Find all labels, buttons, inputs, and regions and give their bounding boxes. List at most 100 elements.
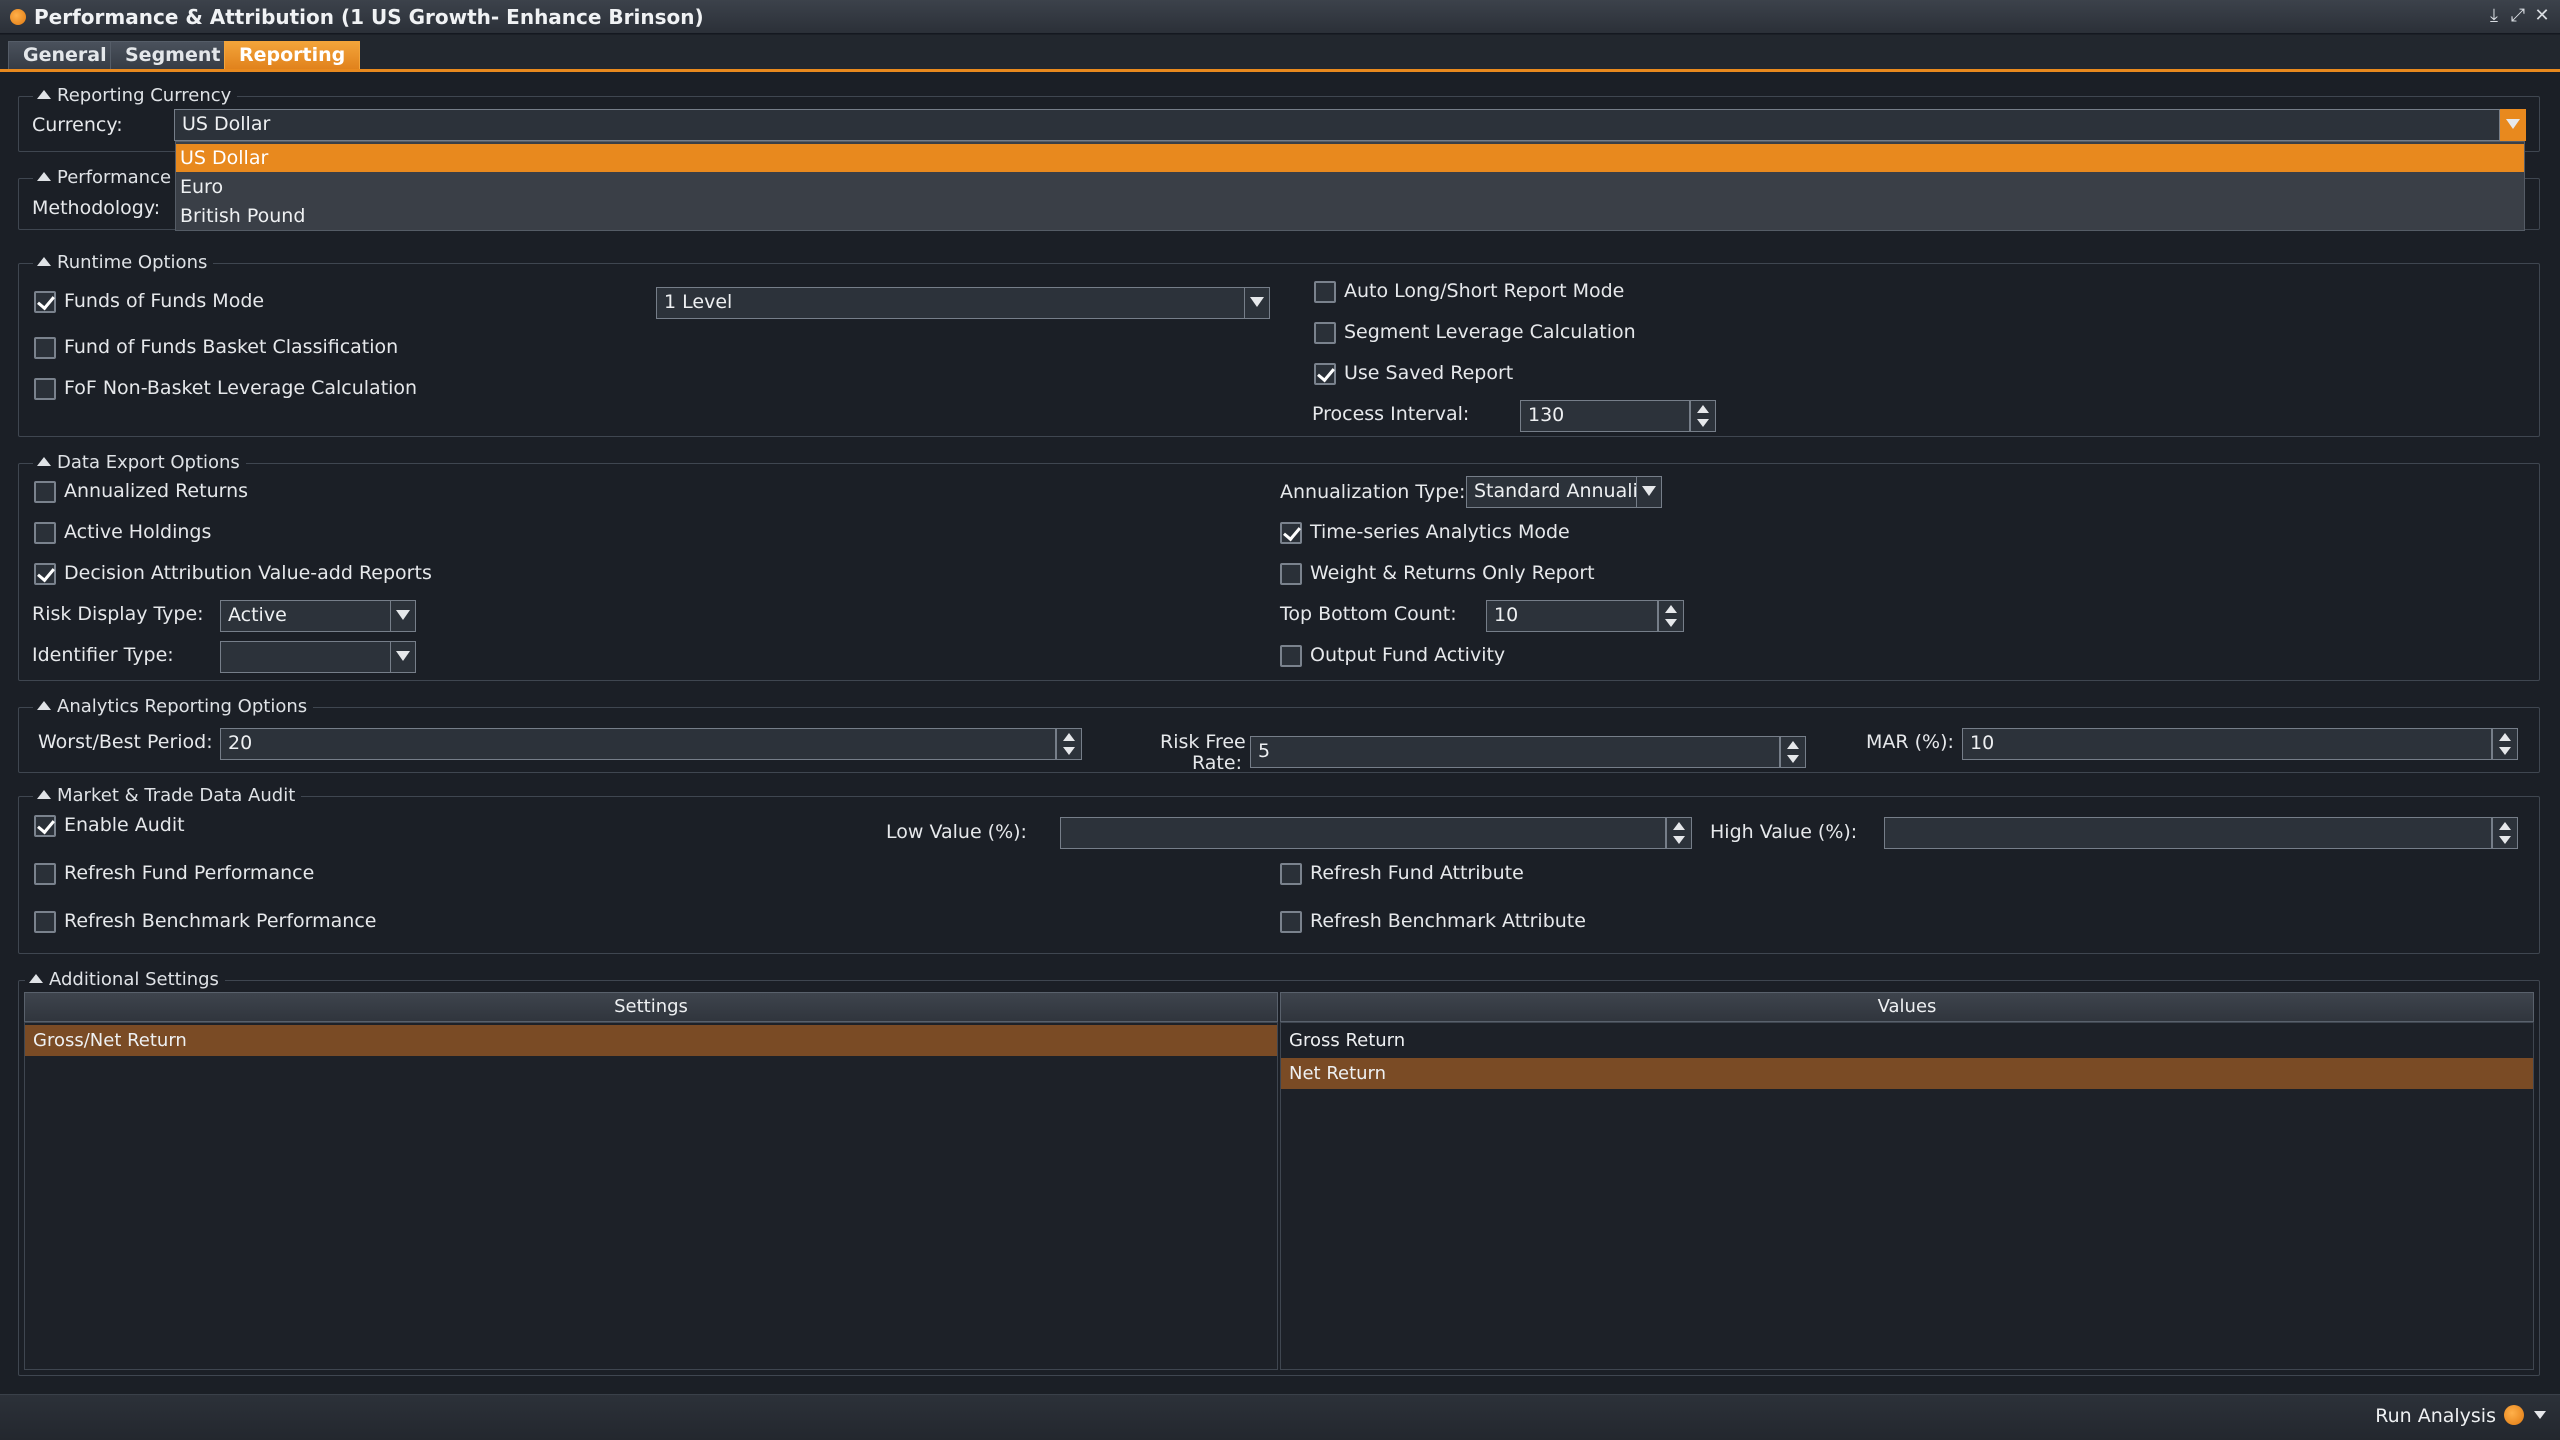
collapse-triangle-icon bbox=[37, 457, 51, 466]
worst-best-period-label: Worst/Best Period: bbox=[38, 731, 213, 753]
auto-long-short-checkbox[interactable] bbox=[1314, 281, 1336, 303]
tab-general[interactable]: General bbox=[8, 41, 122, 69]
identifier-type-dropdown-icon[interactable] bbox=[390, 641, 416, 673]
list-item[interactable]: Gross Return bbox=[1281, 1025, 2533, 1056]
refresh-fund-attribute-checkbox[interactable] bbox=[1280, 863, 1302, 885]
weight-returns-only-checkbox[interactable] bbox=[1280, 563, 1302, 585]
risk-display-type-label: Risk Display Type: bbox=[32, 603, 204, 625]
annualized-returns-checkbox[interactable] bbox=[34, 481, 56, 503]
tab-underline bbox=[0, 69, 2560, 72]
run-icon bbox=[2504, 1405, 2524, 1425]
annualization-type-dropdown-icon[interactable] bbox=[1636, 476, 1662, 508]
risk-display-dropdown-icon[interactable] bbox=[390, 600, 416, 632]
top-bottom-count-spinner[interactable] bbox=[1658, 600, 1684, 632]
tab-reporting[interactable]: Reporting bbox=[224, 41, 361, 69]
funds-of-funds-mode-checkbox[interactable] bbox=[34, 291, 56, 313]
settings-list: Gross/Net Return bbox=[24, 1022, 1278, 1370]
methodology-label: Methodology: bbox=[32, 197, 161, 219]
market-trade-audit-title[interactable]: Market & Trade Data Audit bbox=[33, 785, 302, 806]
title-bar: Performance & Attribution (1 US Growth- … bbox=[0, 0, 2560, 34]
top-bottom-count-label: Top Bottom Count: bbox=[1280, 603, 1457, 625]
fof-level-select[interactable]: 1 Level bbox=[656, 287, 1246, 319]
process-interval-label: Process Interval: bbox=[1312, 403, 1470, 425]
tab-segment[interactable]: Segment bbox=[110, 41, 236, 69]
risk-free-rate-spinner[interactable] bbox=[1780, 736, 1806, 768]
maximize-icon[interactable]: ⤢ bbox=[2508, 5, 2528, 26]
low-value-input[interactable] bbox=[1060, 817, 1666, 849]
annualization-type-label: Annualization Type: bbox=[1280, 481, 1466, 503]
currency-option-euro[interactable]: Euro bbox=[176, 173, 2524, 201]
risk-free-label-line1: Risk Free bbox=[1160, 731, 1246, 753]
enable-audit-label: Enable Audit bbox=[64, 814, 185, 836]
settings-column-header[interactable]: Settings bbox=[24, 992, 1278, 1022]
currency-select[interactable]: US Dollar bbox=[174, 109, 2500, 141]
use-saved-report-checkbox[interactable] bbox=[1314, 363, 1336, 385]
analytics-reporting-options-title[interactable]: Analytics Reporting Options bbox=[33, 696, 314, 717]
output-fund-activity-label: Output Fund Activity bbox=[1310, 644, 1506, 666]
currency-option-british-pound[interactable]: British Pound bbox=[176, 202, 2524, 230]
list-item[interactable]: Net Return bbox=[1281, 1058, 2533, 1089]
high-value-label: High Value (%): bbox=[1710, 821, 1858, 843]
time-series-analytics-checkbox[interactable] bbox=[1280, 522, 1302, 544]
collapse-triangle-icon bbox=[37, 257, 51, 266]
annualization-type-select[interactable]: Standard Annualiz bbox=[1466, 476, 1638, 508]
values-list: Gross Return Net Return bbox=[1280, 1022, 2534, 1370]
process-interval-input[interactable]: 130 bbox=[1520, 400, 1690, 432]
runtime-options-title[interactable]: Runtime Options bbox=[33, 252, 214, 273]
identifier-type-label: Identifier Type: bbox=[32, 644, 174, 666]
top-bottom-count-input[interactable]: 10 bbox=[1486, 600, 1658, 632]
refresh-benchmark-performance-checkbox[interactable] bbox=[34, 911, 56, 933]
weight-returns-only-label: Weight & Returns Only Report bbox=[1310, 562, 1595, 584]
download-icon[interactable]: ⤓ bbox=[2484, 5, 2504, 26]
window-title: Performance & Attribution (1 US Growth- … bbox=[34, 5, 704, 29]
risk-free-rate-input[interactable]: 5 bbox=[1250, 736, 1780, 768]
basket-classification-checkbox[interactable] bbox=[34, 337, 56, 359]
collapse-triangle-icon bbox=[37, 90, 51, 99]
collapse-triangle-icon bbox=[37, 701, 51, 710]
basket-classification-label: Fund of Funds Basket Classification bbox=[64, 336, 399, 358]
identifier-type-select[interactable] bbox=[220, 641, 392, 673]
run-analysis-button[interactable]: Run Analysis bbox=[2375, 1405, 2546, 1427]
low-value-spinner[interactable] bbox=[1666, 817, 1692, 849]
currency-option-us-dollar[interactable]: US Dollar bbox=[176, 144, 2524, 172]
currency-dropdown-icon[interactable] bbox=[2500, 109, 2526, 141]
refresh-benchmark-attribute-checkbox[interactable] bbox=[1280, 911, 1302, 933]
mar-input[interactable]: 10 bbox=[1962, 728, 2492, 760]
additional-settings-title[interactable]: Additional Settings bbox=[25, 969, 225, 990]
high-value-spinner[interactable] bbox=[2492, 817, 2518, 849]
output-fund-activity-checkbox[interactable] bbox=[1280, 645, 1302, 667]
refresh-fund-attribute-label: Refresh Fund Attribute bbox=[1310, 862, 1524, 884]
non-basket-leverage-checkbox[interactable] bbox=[34, 378, 56, 400]
performance-title[interactable]: Performance bbox=[33, 167, 178, 188]
decision-attribution-label: Decision Attribution Value-add Reports bbox=[64, 562, 432, 584]
values-column-header[interactable]: Values bbox=[1280, 992, 2534, 1022]
risk-display-type-select[interactable]: Active bbox=[220, 600, 392, 632]
mar-label: MAR (%): bbox=[1866, 731, 1954, 753]
app-logo-icon bbox=[10, 9, 26, 25]
status-bar: Run Analysis bbox=[0, 1394, 2560, 1440]
refresh-fund-performance-checkbox[interactable] bbox=[34, 863, 56, 885]
mar-spinner[interactable] bbox=[2492, 728, 2518, 760]
decision-attribution-checkbox[interactable] bbox=[34, 563, 56, 585]
active-holdings-checkbox[interactable] bbox=[34, 522, 56, 544]
process-interval-spinner[interactable] bbox=[1690, 400, 1716, 432]
funds-of-funds-mode-label: Funds of Funds Mode bbox=[64, 290, 265, 312]
segment-leverage-label: Segment Leverage Calculation bbox=[1344, 321, 1636, 343]
close-icon[interactable]: ✕ bbox=[2532, 5, 2552, 26]
worst-best-period-input[interactable]: 20 bbox=[220, 728, 1056, 760]
non-basket-leverage-label: FoF Non-Basket Leverage Calculation bbox=[64, 377, 418, 399]
high-value-input[interactable] bbox=[1884, 817, 2492, 849]
list-item[interactable]: Gross/Net Return bbox=[25, 1025, 1277, 1056]
reporting-currency-title[interactable]: Reporting Currency bbox=[33, 85, 238, 106]
chevron-down-icon[interactable] bbox=[2534, 1411, 2546, 1419]
currency-label: Currency: bbox=[32, 114, 123, 136]
collapse-triangle-icon bbox=[29, 974, 43, 983]
data-export-options-title[interactable]: Data Export Options bbox=[33, 452, 246, 473]
segment-leverage-checkbox[interactable] bbox=[1314, 322, 1336, 344]
refresh-fund-performance-label: Refresh Fund Performance bbox=[64, 862, 315, 884]
currency-dropdown-list: US Dollar Euro British Pound bbox=[175, 141, 2525, 231]
fof-level-dropdown-icon[interactable] bbox=[1244, 287, 1270, 319]
worst-best-period-spinner[interactable] bbox=[1056, 728, 1082, 760]
use-saved-report-label: Use Saved Report bbox=[1344, 362, 1514, 384]
enable-audit-checkbox[interactable] bbox=[34, 815, 56, 837]
